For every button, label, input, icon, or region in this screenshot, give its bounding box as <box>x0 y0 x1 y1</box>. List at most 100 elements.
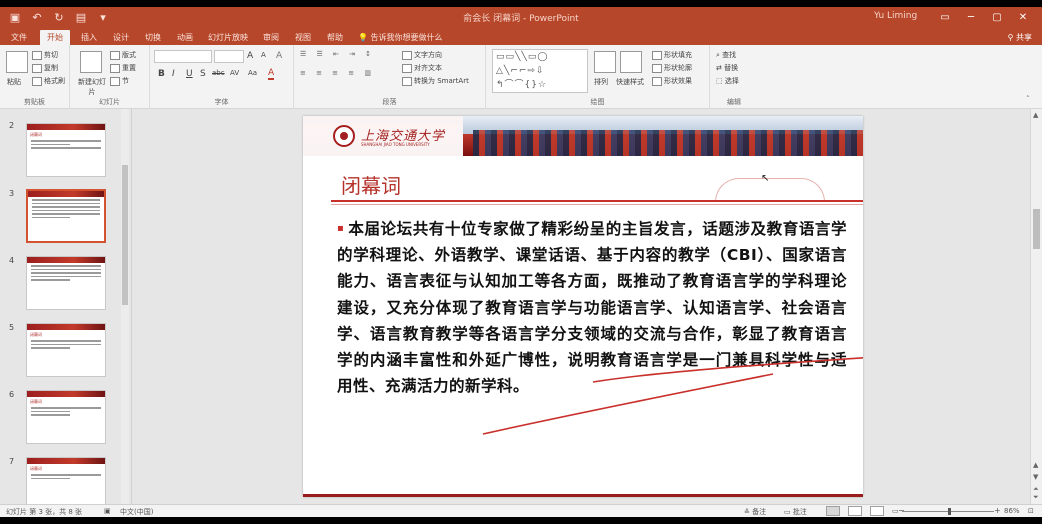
tab-animations[interactable]: 动画 <box>172 30 198 45</box>
thumbnail-text-line <box>31 140 101 142</box>
arrange-icon[interactable] <box>594 51 616 73</box>
scroll-down-icon[interactable]: ▼ <box>1033 473 1038 481</box>
notes-button[interactable]: ≙ 备注 <box>744 507 766 517</box>
strikethrough-button[interactable]: abc <box>212 69 225 77</box>
slide-body-text[interactable]: ▪ 本届论坛共有十位专家做了精彩纷呈的主旨发言，话题涉及教育语言学的学科理论、外语… <box>337 216 847 399</box>
next-slide-icon[interactable]: ⏷ <box>1033 493 1039 502</box>
university-logo-subtitle: SHANGHAI JIAO TONG UNIVERSITY <box>361 142 430 147</box>
arrange-button[interactable]: 排列 <box>594 77 608 87</box>
thumbnail-scrollbar-thumb[interactable] <box>122 165 128 305</box>
change-case-button[interactable]: Aa <box>248 69 257 77</box>
align-buttons[interactable]: ≡ ≡ ≡ ≡ ▥ <box>300 69 375 77</box>
paste-icon[interactable] <box>6 51 28 73</box>
tab-view[interactable]: 视图 <box>290 30 316 45</box>
tab-review[interactable]: 审阅 <box>258 30 284 45</box>
slide-thumbnail[interactable] <box>26 256 106 310</box>
tab-file[interactable]: 文件 <box>6 30 32 45</box>
select-button[interactable]: ⬚ 选择 <box>716 76 739 86</box>
close-button[interactable]: ✕ <box>1010 9 1036 25</box>
paste-button[interactable]: 粘贴 <box>7 77 21 87</box>
section-button[interactable]: 节 <box>110 76 129 86</box>
cut-button[interactable]: 剪切 <box>32 50 58 60</box>
thumbnail-text-line <box>31 343 101 345</box>
language-indicator[interactable]: 中文(中国) <box>120 507 153 517</box>
bold-button[interactable]: B <box>158 69 165 79</box>
shape-effects-button[interactable]: 形状效果 <box>652 76 692 86</box>
collapse-ribbon-icon[interactable]: ˄ <box>1026 95 1030 103</box>
slide-thumbnail[interactable]: 闭幕词 <box>26 123 106 177</box>
font-name-input[interactable] <box>154 50 212 63</box>
shape-fill-button[interactable]: 形状填充 <box>652 50 692 60</box>
share-button[interactable]: ⚲ 共享 <box>1008 30 1032 45</box>
thumbnail-banner <box>27 257 105 263</box>
increase-font-button[interactable]: A <box>247 51 253 61</box>
list-buttons[interactable]: ☰ ☰ ⇤ ⇥ ↕ <box>300 50 375 58</box>
spellcheck-icon[interactable]: ▣ <box>104 507 111 515</box>
slide-heading[interactable]: 闭幕词 <box>341 170 401 199</box>
fit-to-window-icon[interactable]: ⊡ <box>1028 507 1034 515</box>
editor-scrollbar[interactable]: ▲ ▲ ▼ ⏶ ⏷ <box>1030 109 1042 504</box>
smartart-icon <box>402 76 412 86</box>
replace-icon: ⇄ <box>716 64 722 72</box>
text-direction-button[interactable]: 文字方向 <box>402 50 442 60</box>
thumbnail-scrollbar[interactable] <box>121 109 129 504</box>
zoom-slider-knob[interactable] <box>948 508 951 515</box>
font-label: 字体 <box>214 98 229 106</box>
shape-outline-button[interactable]: 形状轮廓 <box>652 63 692 73</box>
normal-view-button[interactable] <box>826 506 840 516</box>
ribbon-display-options-icon[interactable]: ▭ <box>932 9 958 25</box>
convert-smartart-button[interactable]: 转换为 SmartArt <box>402 76 469 86</box>
shadow-button[interactable]: S <box>200 69 206 79</box>
decrease-font-button[interactable]: A <box>261 51 266 59</box>
reading-view-button[interactable] <box>870 506 884 516</box>
comments-button[interactable]: ▭ 批注 <box>784 507 807 517</box>
thumbnail-banner <box>27 324 105 330</box>
shapes-gallery[interactable]: ▭▭╲╲▭◯ △╲⌐⌐⇨⇩ ↰⌒⌒{}☆ <box>492 49 588 93</box>
slide-thumbnail[interactable]: 闭幕词 <box>26 457 106 511</box>
find-button[interactable]: ⌕ 查找 <box>716 50 736 60</box>
maximize-button[interactable]: ▢ <box>984 9 1010 25</box>
tell-me-box[interactable]: 💡 告诉我你想要做什么 <box>358 30 443 45</box>
editor-scrollbar-thumb[interactable] <box>1033 209 1040 249</box>
tab-home[interactable]: 开始 <box>40 30 70 45</box>
align-text-button[interactable]: 对齐文本 <box>402 63 442 73</box>
layout-button[interactable]: 版式 <box>110 50 136 60</box>
underline-button[interactable]: U <box>186 69 193 79</box>
font-size-input[interactable] <box>214 50 244 63</box>
tab-help[interactable]: 帮助 <box>322 30 348 45</box>
clipboard-group: 粘贴 剪切 复制 格式刷 剪贴板 <box>0 45 70 109</box>
user-name[interactable]: Yu Liming <box>874 11 917 21</box>
thumbnail-text-line <box>31 265 101 267</box>
magnifier-icon: ⌕ <box>716 51 720 59</box>
format-painter-button[interactable]: 格式刷 <box>32 76 65 86</box>
replace-button[interactable]: ⇄ 替换 <box>716 63 738 73</box>
slide-sorter-button[interactable] <box>848 506 862 516</box>
new-slide-button[interactable]: 新建幻灯片 <box>76 77 108 97</box>
tab-insert[interactable]: 插入 <box>76 30 102 45</box>
clear-formatting-button[interactable]: A <box>276 51 282 61</box>
slide-editing-area: 上海交通大学 SHANGHAI JIAO TONG UNIVERSITY 闭幕词… <box>133 109 1030 504</box>
font-color-button[interactable]: A <box>268 69 275 80</box>
character-spacing-button[interactable]: AV <box>230 69 239 77</box>
new-slide-icon[interactable] <box>80 51 102 73</box>
tab-transitions[interactable]: 切换 <box>140 30 166 45</box>
tab-slideshow[interactable]: 幻灯片放映 <box>204 30 252 45</box>
scroll-up-icon[interactable]: ▲ <box>1033 111 1038 119</box>
zoom-in-icon[interactable]: + <box>994 506 1001 515</box>
copy-button[interactable]: 复制 <box>32 63 58 73</box>
slide-thumbnail[interactable]: 闭幕词 <box>26 323 106 377</box>
scroll-up-icon[interactable]: ▲ <box>1033 461 1038 469</box>
current-slide[interactable]: 上海交通大学 SHANGHAI JIAO TONG UNIVERSITY 闭幕词… <box>303 116 863 497</box>
thumbnail-text-line <box>31 414 70 416</box>
zoom-level[interactable]: 86% <box>1004 507 1020 515</box>
quick-styles-button[interactable]: 快速样式 <box>616 77 644 87</box>
quick-styles-icon[interactable] <box>620 51 642 73</box>
reset-button[interactable]: 重置 <box>110 63 136 73</box>
comments-label: 批注 <box>792 508 807 516</box>
paragraph-label: 段落 <box>382 98 397 106</box>
slide-thumbnail-selected[interactable] <box>26 189 106 243</box>
italic-button[interactable]: I <box>172 69 175 79</box>
tab-design[interactable]: 设计 <box>108 30 134 45</box>
slide-thumbnail[interactable]: 闭幕词 <box>26 390 106 444</box>
minimize-button[interactable]: ─ <box>958 9 984 25</box>
